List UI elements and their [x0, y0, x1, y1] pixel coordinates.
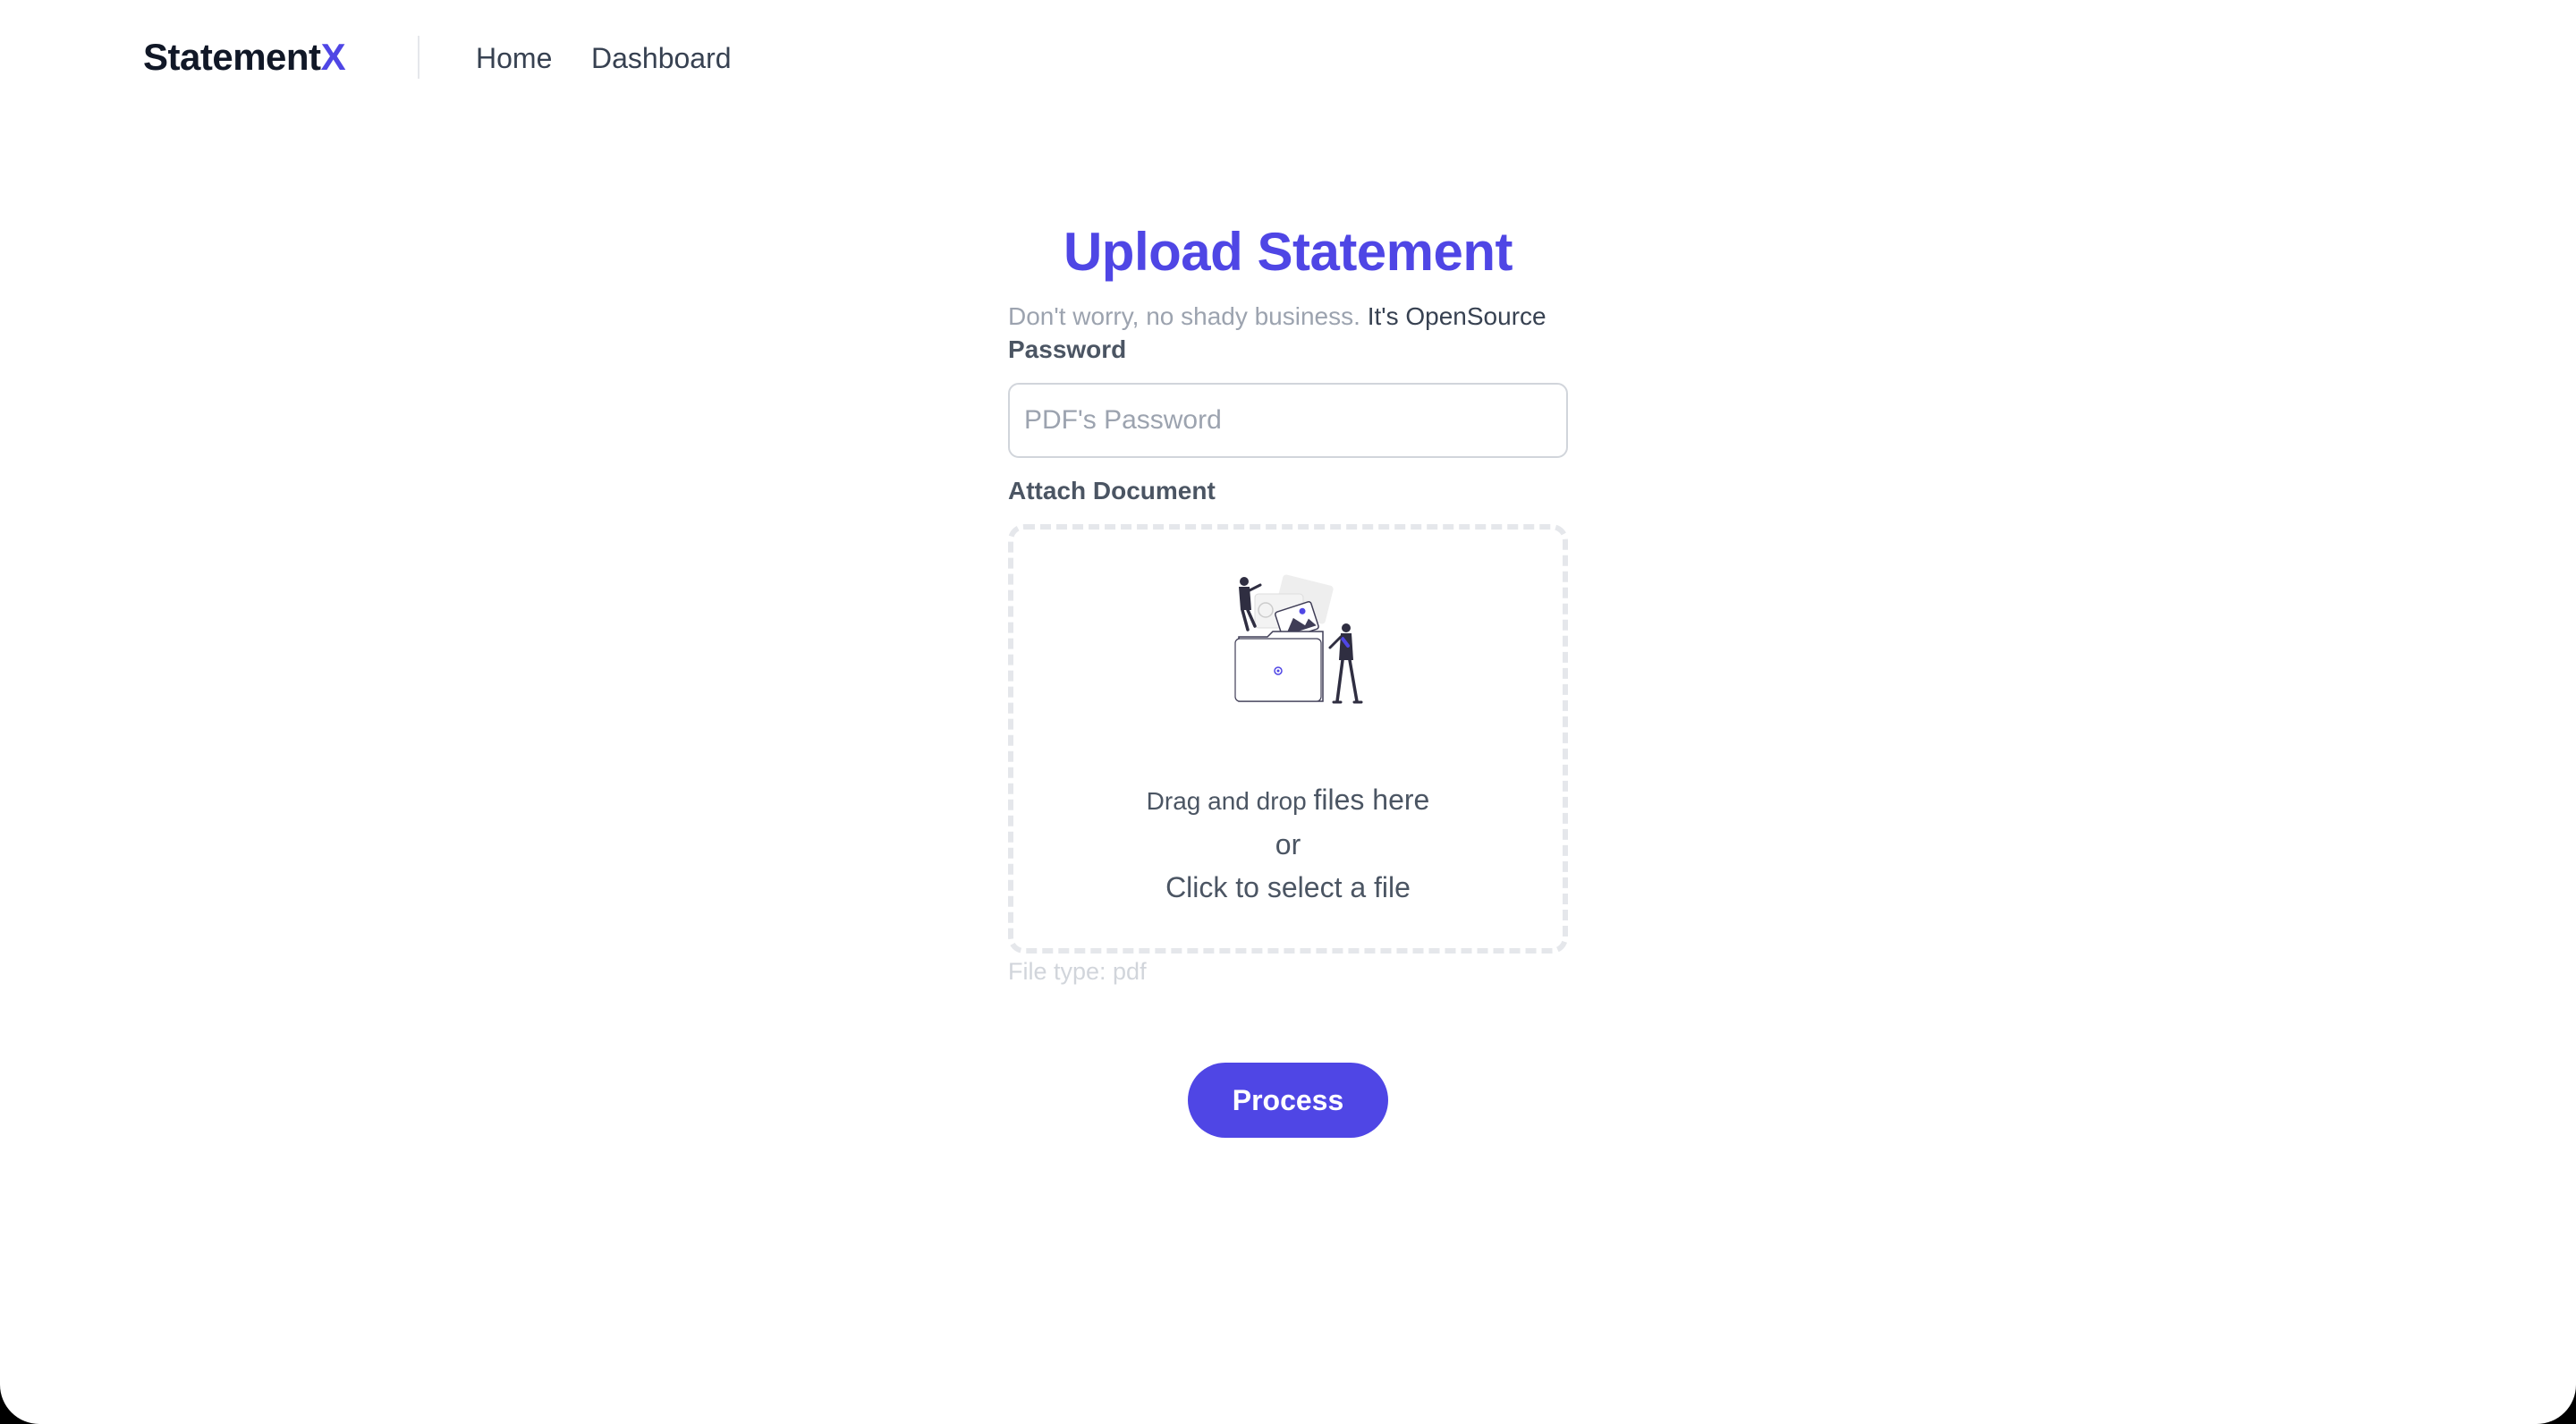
dropzone-line-2: or	[1275, 828, 1301, 860]
opensource-link[interactable]: It's OpenSource	[1368, 302, 1546, 330]
password-input[interactable]	[1008, 383, 1568, 458]
dropzone-text: Drag and drop files here or Click to sel…	[1013, 778, 1563, 909]
dropzone-line-1: Drag and drop files here	[1013, 778, 1563, 823]
nav-dashboard-link[interactable]: Dashboard	[591, 36, 732, 81]
page-subtitle: Don't worry, no shady business. It's Ope…	[1008, 301, 1568, 333]
file-type-hint: File type: pdf	[1008, 958, 1147, 985]
brand-name: Statement	[143, 36, 321, 78]
subtitle-text: Don't worry, no shady business.	[1008, 302, 1360, 330]
dropzone-line-1-large: files here	[1313, 784, 1430, 816]
top-navbar: StatementX Home Dashboard	[0, 0, 2576, 116]
page: StatementX Home Dashboard Upload Stateme…	[0, 0, 2576, 1424]
brand-accent: X	[320, 36, 346, 78]
process-button[interactable]: Process	[1188, 1063, 1388, 1138]
dropzone-line-3: Click to select a file	[1165, 871, 1411, 903]
dropzone-line-1-small: Drag and drop	[1146, 787, 1307, 815]
page-title: Upload Statement	[1063, 222, 1513, 282]
password-label: Password	[1008, 335, 1127, 363]
upload-form: Upload Statement Don't worry, no shady b…	[1008, 215, 1568, 987]
nav-home-link[interactable]: Home	[476, 36, 552, 81]
file-dropzone[interactable]: Drag and drop files here or Click to sel…	[1008, 524, 1568, 954]
upload-people-illustration	[1234, 574, 1363, 704]
brand-logo[interactable]: StatementX	[143, 34, 346, 81]
navbar-divider	[418, 36, 419, 79]
attach-document-label: Attach Document	[1008, 477, 1216, 504]
